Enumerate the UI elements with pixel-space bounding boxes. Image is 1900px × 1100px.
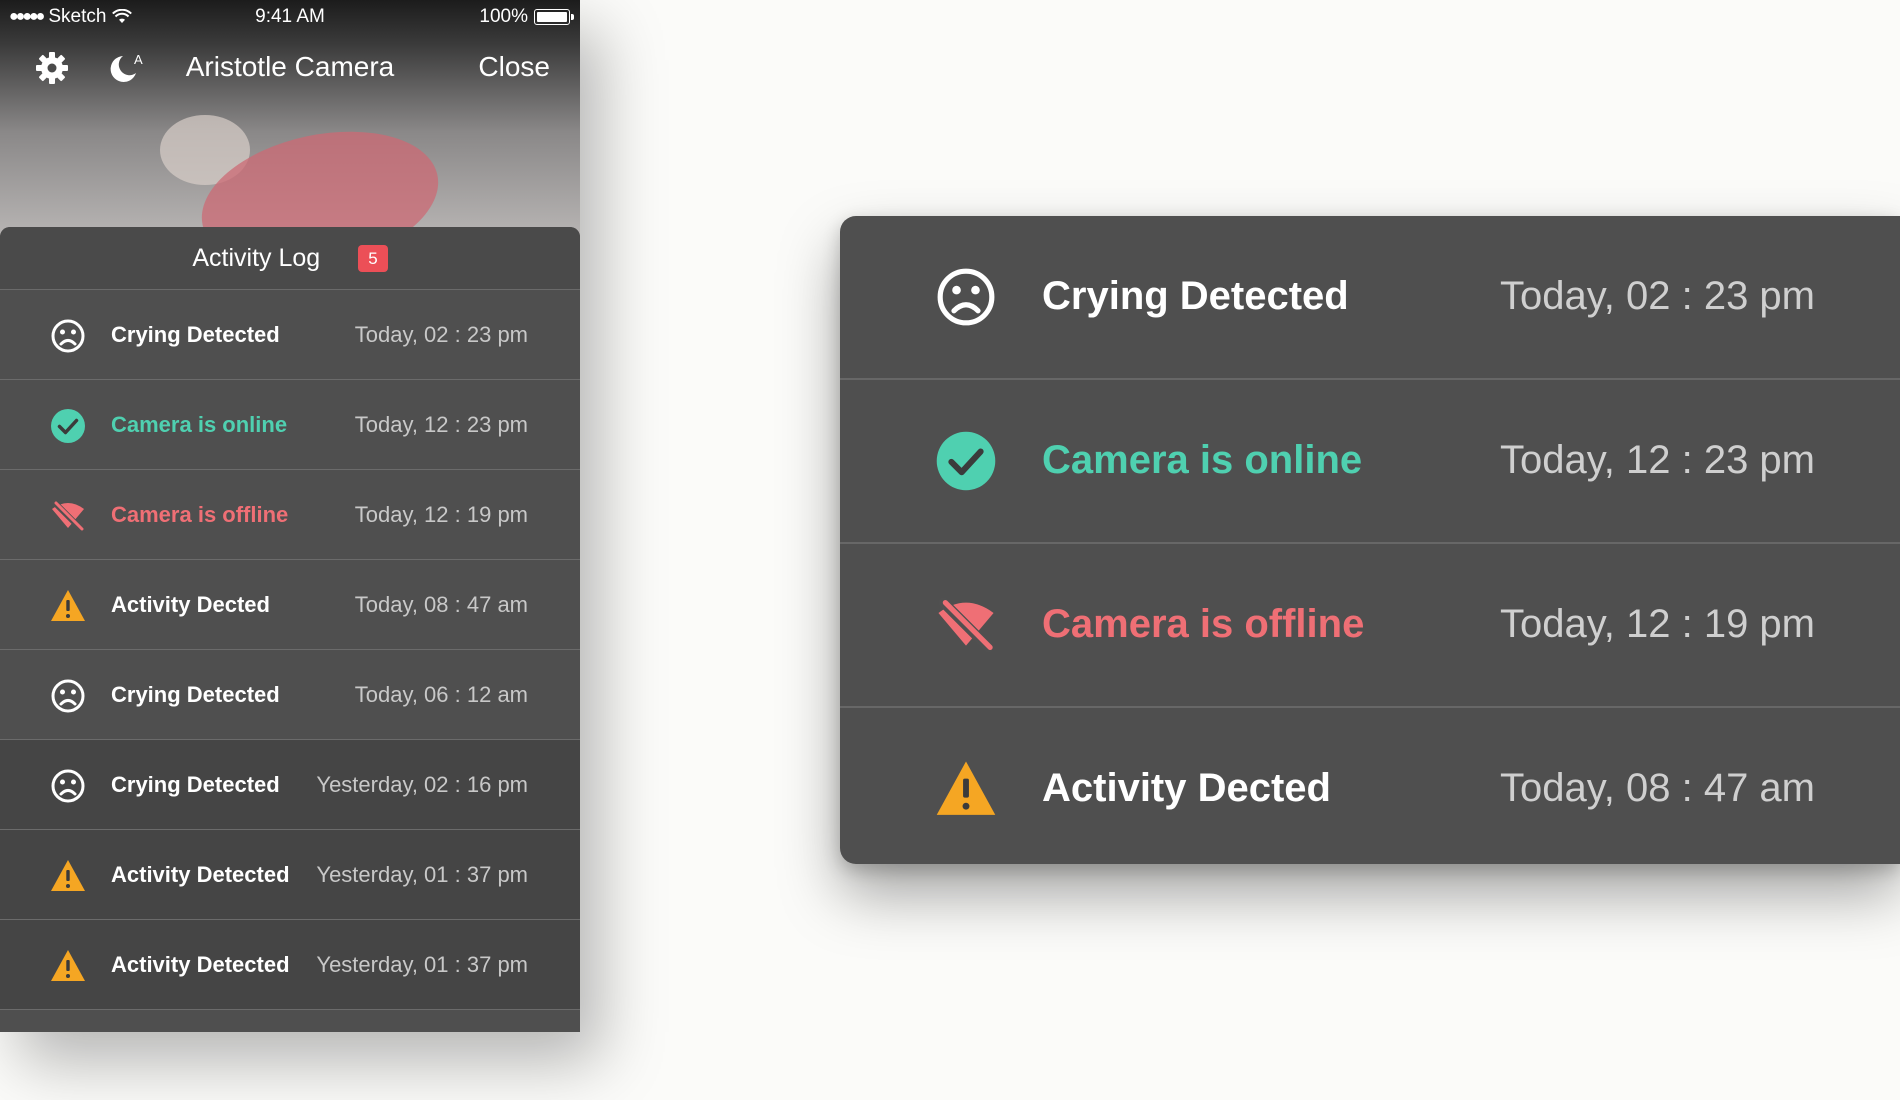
nav-bar: A Aristotle Camera Close: [0, 44, 580, 90]
wifi-off-icon: [935, 594, 997, 656]
activity-row[interactable]: Camera is offline Today, 12 : 19 pm: [840, 544, 1900, 708]
warning-icon: [50, 588, 86, 624]
check-circle-icon: [935, 430, 997, 492]
activity-label: Activity Detected: [111, 951, 290, 977]
activity-list: Crying Detected Today, 02 : 23 pm Camera i…: [0, 290, 580, 1010]
activity-label: Camera is online: [111, 411, 288, 437]
activity-log-panel: Activity Log 5 Crying Detected Today, 02 …: [0, 227, 580, 1032]
sad-face-icon: [50, 318, 86, 354]
battery-percent: 100%: [479, 6, 528, 27]
activity-time: Today, 02 : 23 pm: [354, 321, 528, 347]
activity-zoom-card: Crying Detected Today, 02 : 23 pm Camera i…: [840, 216, 1900, 864]
activity-row[interactable]: Crying Detected Today, 02 : 23 pm: [840, 216, 1900, 380]
battery-icon: [534, 9, 574, 25]
activity-log-title: Activity Log: [192, 243, 321, 272]
activity-time: Yesterday, 01 : 37 pm: [316, 951, 528, 977]
phone-screen: ●●●●● Sketch 9:41 AM 100% A Aristotle Ca…: [0, 0, 580, 1032]
close-button[interactable]: Close: [478, 51, 550, 83]
warning-icon: [50, 948, 86, 984]
activity-row[interactable]: Crying Detected Today, 06 : 12 am: [0, 650, 580, 740]
warning-icon: [935, 758, 997, 820]
activity-time: Today, 08 : 47 am: [354, 591, 528, 617]
activity-time: Today, 06 : 12 am: [354, 681, 528, 707]
activity-label: Crying Detected: [111, 321, 280, 347]
zoom-activity-list: Crying Detected Today, 02 : 23 pm Camera i…: [840, 216, 1900, 864]
activity-time: Today, 08 : 47 am: [1500, 766, 1815, 810]
activity-row[interactable]: Camera is online Today, 12 : 23 pm: [0, 380, 580, 470]
activity-row[interactable]: Crying Detected Today, 02 : 23 pm: [0, 290, 580, 380]
activity-time: Today, 12 : 23 pm: [354, 411, 528, 437]
wifi-off-icon: [50, 498, 86, 534]
activity-label: Activity Dected: [1042, 766, 1331, 810]
activity-time: Yesterday, 02 : 16 pm: [316, 771, 528, 797]
camera-feed: [0, 0, 580, 289]
status-bar: ●●●●● Sketch 9:41 AM 100%: [0, 0, 580, 34]
activity-count-badge: 5: [358, 244, 388, 272]
activity-label: Camera is online: [1042, 438, 1363, 482]
activity-label: Activity Detected: [111, 861, 290, 887]
sad-face-icon: [50, 768, 86, 804]
activity-row[interactable]: Activity Detected Yesterday, 01 : 37 pm: [0, 920, 580, 1010]
activity-log-header[interactable]: Activity Log 5: [0, 227, 580, 290]
activity-row[interactable]: Activity Dected Today, 08 : 47 am: [0, 560, 580, 650]
activity-label: Crying Detected: [111, 681, 280, 707]
activity-time: Today, 12 : 19 pm: [1500, 602, 1815, 646]
activity-label: Crying Detected: [111, 771, 280, 797]
activity-label: Activity Dected: [111, 591, 270, 617]
sad-face-icon: [50, 678, 86, 714]
activity-time: Today, 12 : 19 pm: [354, 501, 528, 527]
activity-row[interactable]: Activity Dected Today, 08 : 47 am: [840, 708, 1900, 864]
activity-label: Crying Detected: [1042, 274, 1349, 318]
activity-time: Yesterday, 01 : 37 pm: [316, 861, 528, 887]
activity-row[interactable]: Activity Detected Yesterday, 01 : 37 pm: [0, 830, 580, 920]
activity-time: Today, 02 : 23 pm: [1500, 274, 1815, 318]
activity-label: Camera is offline: [1042, 602, 1365, 646]
activity-time: Today, 12 : 23 pm: [1500, 438, 1815, 482]
activity-row[interactable]: Camera is offline Today, 12 : 19 pm: [0, 470, 580, 560]
activity-row[interactable]: Crying Detected Yesterday, 02 : 16 pm: [0, 740, 580, 830]
sad-face-icon: [935, 266, 997, 328]
warning-icon: [50, 858, 86, 894]
activity-label: Camera is offline: [111, 501, 289, 527]
activity-row[interactable]: Camera is online Today, 12 : 23 pm: [840, 380, 1900, 544]
check-circle-icon: [50, 408, 86, 444]
